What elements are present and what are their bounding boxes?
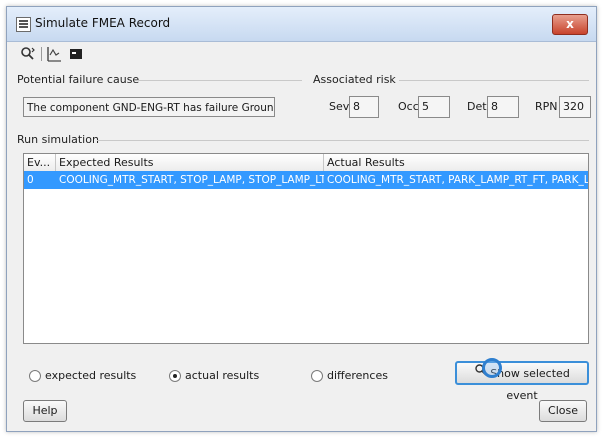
cursor-click-indicator	[482, 358, 502, 378]
radio-differences-label[interactable]: differences	[327, 369, 388, 382]
help-button[interactable]: Help	[23, 400, 67, 422]
console-icon[interactable]	[67, 45, 85, 63]
failure-cause-rule	[137, 80, 302, 81]
sev-field: 8	[349, 96, 379, 118]
radio-differences-circle[interactable]	[311, 370, 323, 382]
run-simulation-label: Run simulation	[17, 133, 99, 146]
close-button[interactable]: Close	[539, 400, 587, 422]
occ-label: Occ	[398, 100, 419, 113]
cell-expected-results: COOLING_MTR_START, STOP_LAMP, STOP_LAMP_…	[59, 174, 324, 186]
show-selected-event-button[interactable]: Show selected event	[455, 361, 589, 402]
table-row[interactable]: 0 COOLING_MTR_START, STOP_LAMP, STOP_LAM…	[24, 171, 588, 189]
title-bar: Simulate FMEA Record x	[7, 7, 596, 42]
rpn-field: 320	[559, 96, 591, 118]
rpn-label: RPN	[535, 100, 558, 113]
app-icon	[16, 17, 31, 32]
simulation-results-table[interactable]: Ev... Expected Results Actual Results 0 …	[23, 153, 589, 344]
radio-expected-results-label[interactable]: expected results	[45, 369, 136, 382]
column-header-actual-results[interactable]: Actual Results	[324, 154, 588, 171]
det-field: 8	[487, 96, 519, 118]
associated-risk-label: Associated risk	[313, 73, 396, 86]
toolbar-separator	[41, 47, 42, 61]
column-header-expected-results[interactable]: Expected Results	[56, 154, 324, 171]
associated-risk-rule	[399, 80, 589, 81]
run-simulation-rule	[97, 140, 589, 141]
window-title: Simulate FMEA Record	[35, 16, 171, 30]
det-label: Det	[467, 100, 487, 113]
failure-cause-label: Potential failure cause	[17, 73, 140, 86]
show-selected-event-label: Show selected event	[490, 367, 570, 402]
failure-cause-field: The component GND-ENG-RT has failure Gro…	[23, 97, 275, 117]
window-close-button[interactable]: x	[552, 14, 588, 35]
column-header-event[interactable]: Ev...	[24, 154, 56, 171]
occ-field: 5	[418, 96, 450, 118]
filter-icon[interactable]	[45, 45, 63, 63]
cell-event: 0	[27, 174, 34, 186]
radio-actual-results-circle[interactable]	[169, 370, 181, 382]
simulate-fmea-dialog: Simulate FMEA Record x Potential failure…	[6, 6, 597, 432]
table-header: Ev... Expected Results Actual Results	[24, 154, 588, 172]
radio-actual-results-label[interactable]: actual results	[185, 369, 259, 382]
cell-actual-results: COOLING_MTR_START, PARK_LAMP_RT_FT, PARK…	[327, 174, 589, 186]
search-icon[interactable]	[19, 45, 37, 63]
radio-expected-results-circle[interactable]	[29, 370, 41, 382]
sev-label: Sev	[329, 100, 350, 113]
